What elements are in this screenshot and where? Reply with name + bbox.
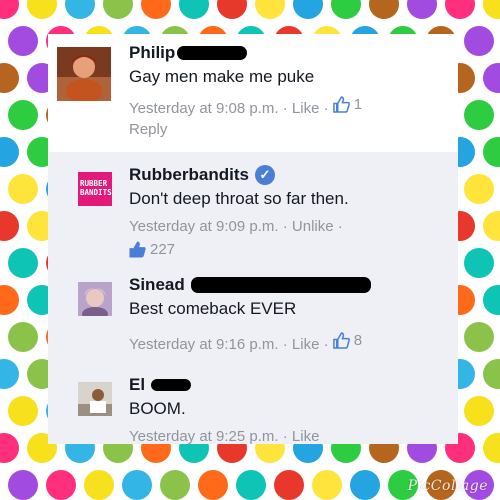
comment-thread: Philip Gay men make me puke Yesterday at… (48, 34, 458, 444)
like-count-badge[interactable]: 1 (332, 94, 363, 115)
like-link[interactable]: Like (292, 100, 320, 117)
background-dot (27, 0, 57, 19)
commenter-name[interactable]: El (129, 374, 145, 396)
background-dot (160, 470, 190, 500)
thumbs-up-icon (129, 241, 146, 258)
background-dot (141, 0, 171, 19)
background-dot (369, 0, 399, 19)
background-dot (122, 470, 152, 500)
avatar[interactable] (78, 282, 112, 316)
comment-timestamp[interactable]: Yesterday at 9:08 p.m. (129, 100, 279, 117)
background-dot (483, 137, 500, 167)
reply-link[interactable]: Reply (129, 119, 448, 140)
comment-timestamp[interactable]: Yesterday at 9:09 p.m. (129, 218, 279, 235)
background-dot (84, 470, 114, 500)
background-dot (255, 0, 285, 19)
verified-badge-icon: ✓ (254, 165, 275, 185)
redaction-scribble (151, 379, 192, 391)
profile-photo-icon (78, 282, 112, 316)
comment-item: Sinead Best comeback EVER Yesterday at 9… (48, 264, 458, 369)
background-dot (464, 248, 494, 278)
background-dot (103, 0, 133, 19)
watermark-logo: PicCollage (407, 478, 488, 494)
background-dot (350, 470, 380, 500)
comment-meta: Yesterday at 9:16 p.m. · Like · 8 (129, 330, 363, 353)
like-count: 227 (150, 241, 176, 258)
background-dot (0, 433, 19, 463)
background-dot (0, 0, 19, 19)
background-dot (274, 470, 304, 500)
background-dot (8, 396, 38, 426)
background-dot (464, 26, 494, 56)
background-dot (293, 0, 323, 19)
background-dot (8, 322, 38, 352)
comment-meta: Yesterday at 9:25 p.m. · Like (129, 428, 320, 444)
background-dot (331, 0, 361, 19)
comment-timestamp[interactable]: Yesterday at 9:25 p.m. (129, 428, 279, 444)
profile-photo-icon (78, 382, 112, 416)
comment-meta: Yesterday at 9:08 p.m. · Like · 1 Reply (129, 94, 448, 140)
background-dot (236, 470, 266, 500)
avatar[interactable] (57, 47, 111, 101)
comment-text: Best comeback EVER (129, 299, 297, 318)
commenter-name[interactable]: Rubberbandits (129, 164, 249, 186)
comment-item: Philip Gay men make me puke Yesterday at… (48, 34, 458, 153)
background-dot (179, 0, 209, 19)
commenter-name[interactable]: Sinead (129, 274, 185, 296)
background-dot (464, 100, 494, 130)
background-dot (0, 211, 19, 241)
comment-timestamp[interactable]: Yesterday at 9:16 p.m. (129, 336, 279, 353)
comment-meta: Yesterday at 9:09 p.m. · Unlike · 227 (129, 218, 343, 260)
background-dot (312, 470, 342, 500)
comment-text: Gay men make me puke (129, 67, 315, 86)
like-link[interactable]: Like (292, 336, 320, 353)
background-dot (8, 470, 38, 500)
background-dot (0, 359, 19, 389)
redaction-scribble (177, 46, 248, 60)
background-dot (8, 174, 38, 204)
like-count: 1 (353, 96, 363, 113)
avatar[interactable]: RUBBER BANDITS (78, 172, 112, 206)
background-dot (483, 0, 500, 19)
profile-photo-icon (57, 47, 111, 101)
unlike-link[interactable]: Unlike (292, 218, 334, 235)
thumbs-up-icon (332, 96, 350, 113)
background-dot (445, 0, 475, 19)
background-dot (0, 63, 19, 93)
commenter-name[interactable]: Philip (129, 42, 175, 64)
redaction-scribble (190, 277, 371, 293)
background-dot (8, 100, 38, 130)
avatar-logo-text: RUBBER BANDITS (80, 179, 112, 197)
comment-text: BOOM. (129, 399, 186, 418)
background-dot (483, 433, 500, 463)
background-dot (0, 137, 19, 167)
background-dot (46, 470, 76, 500)
background-dot (464, 396, 494, 426)
comment-item: El BOOM. Yesterday at 9:25 p.m. · Like (48, 368, 458, 444)
background-dot (407, 0, 437, 19)
avatar[interactable] (78, 382, 112, 416)
background-dot (8, 26, 38, 56)
background-dot (483, 285, 500, 315)
like-count-badge[interactable]: 8 (332, 330, 363, 351)
background-dot (483, 63, 500, 93)
background-dot (0, 285, 19, 315)
background-dot (483, 359, 500, 389)
background-dot (464, 322, 494, 352)
background-dot (483, 211, 500, 241)
comment-text: Don't deep throat so far then. (129, 189, 349, 208)
thumbs-up-icon (332, 332, 350, 349)
background-dot (217, 0, 247, 19)
like-count: 8 (353, 332, 363, 349)
background-dot (464, 174, 494, 204)
background-dot (198, 470, 228, 500)
like-count-badge[interactable]: 227 (129, 239, 175, 260)
comment-item: RUBBER BANDITS Rubberbandits ✓ Don't dee… (48, 152, 458, 265)
background-dot (65, 0, 95, 19)
background-dot (8, 248, 38, 278)
like-link[interactable]: Like (292, 428, 320, 444)
